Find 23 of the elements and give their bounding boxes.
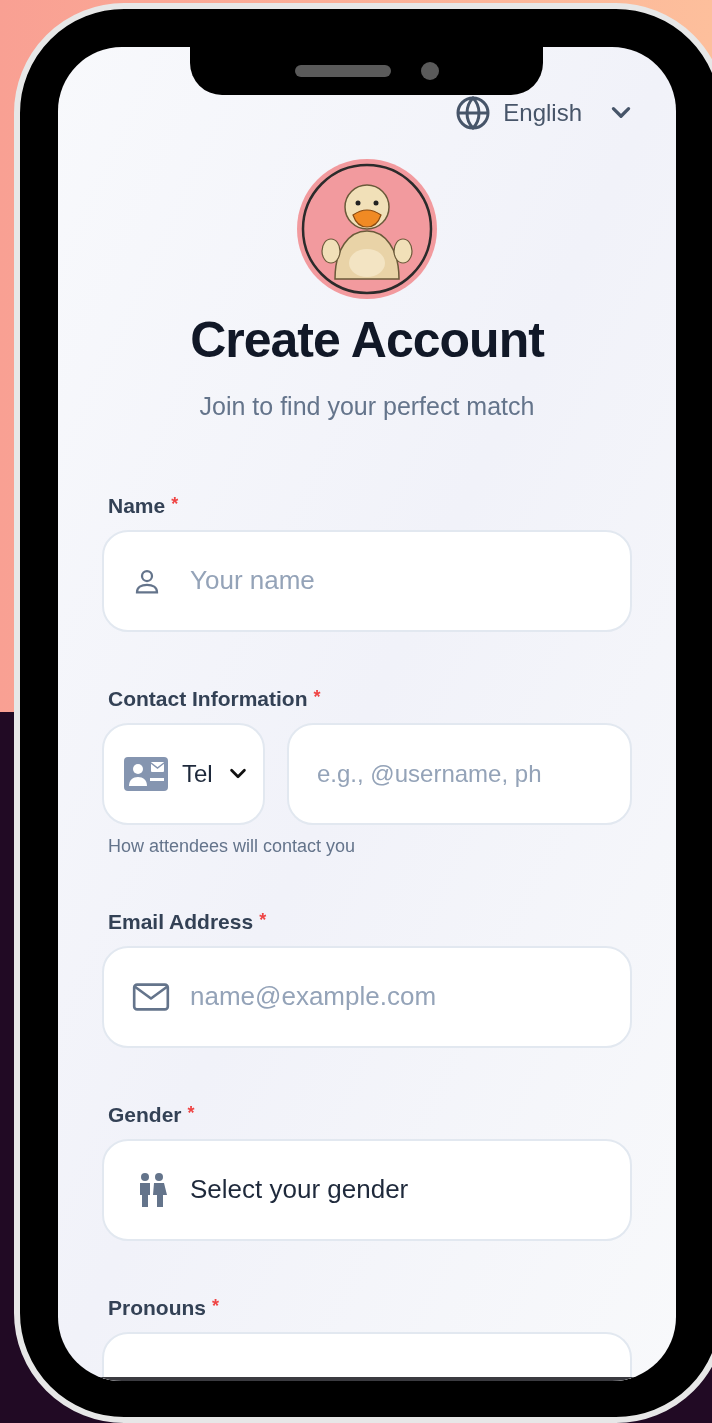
contact-method-select[interactable]: Tel: [102, 722, 265, 825]
email-field[interactable]: name@example.com: [102, 945, 632, 1048]
globe-icon: [455, 95, 492, 131]
contact-card-icon: [124, 756, 168, 791]
required-asterisk: *: [313, 687, 321, 706]
page-subtitle: Join to find your perfect match: [199, 393, 535, 419]
field-label: Contact Information: [108, 687, 308, 709]
language-selector[interactable]: English: [455, 95, 634, 131]
name-field[interactable]: Your name: [102, 529, 632, 632]
required-asterisk: *: [171, 494, 179, 513]
mail-icon: [132, 981, 170, 1012]
field-label: Pronouns: [108, 1296, 206, 1318]
required-asterisk: *: [187, 1103, 195, 1122]
required-asterisk: *: [212, 1296, 219, 1315]
field-hint: How attendees will contact you: [108, 836, 357, 855]
gender-select[interactable]: Select your gender: [102, 1138, 632, 1241]
contact-field[interactable]: e.g., @username, ph: [287, 722, 632, 825]
field-label: Email Address: [108, 910, 254, 932]
field-label: Name: [108, 494, 166, 516]
required-asterisk: *: [259, 910, 267, 929]
page-title: Create Account: [190, 311, 544, 370]
field-label: Gender: [108, 1103, 182, 1125]
front-camera: [420, 62, 439, 80]
